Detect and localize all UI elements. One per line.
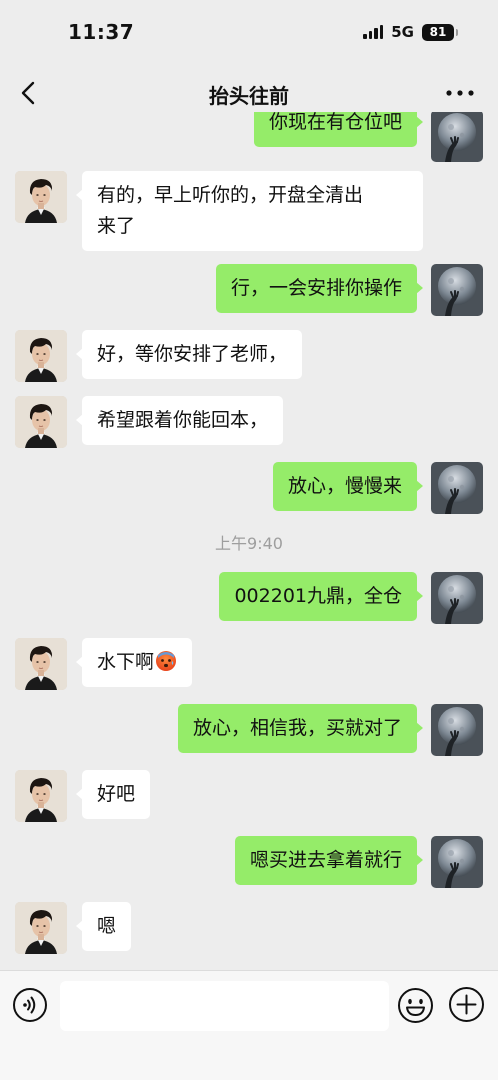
contact-avatar[interactable] bbox=[15, 171, 67, 223]
message-bubble-received[interactable]: 好吧 bbox=[75, 770, 151, 819]
signal-icon bbox=[363, 25, 384, 39]
chat-history[interactable]: 你现在有仓位吧 有的，早上听你的，开盘全清出 来了 行，一会安排你操作 好，等你… bbox=[0, 112, 498, 970]
status-time: 11:37 bbox=[68, 20, 135, 44]
my-avatar[interactable] bbox=[431, 462, 483, 514]
battery-icon: 81 bbox=[422, 23, 458, 41]
my-avatar[interactable] bbox=[431, 836, 483, 888]
my-avatar[interactable] bbox=[431, 572, 483, 624]
message-bubble-received[interactable]: 有的，早上听你的，开盘全清出 来了 bbox=[76, 171, 423, 251]
contact-avatar[interactable] bbox=[15, 902, 67, 954]
message-input[interactable] bbox=[60, 981, 389, 1031]
smiley-icon[interactable] bbox=[397, 987, 434, 1024]
my-avatar[interactable] bbox=[431, 264, 483, 316]
message-bubble-received[interactable]: 水下啊 bbox=[75, 638, 193, 687]
message-bubble-sent[interactable]: 放心，相信我，买就对了 bbox=[177, 704, 424, 753]
status-indicators: 5G 81 bbox=[363, 23, 458, 41]
message-bubble-sent[interactable]: 你现在有仓位吧 bbox=[253, 112, 424, 147]
cold-sweat-face-emoji bbox=[156, 651, 177, 671]
contact-avatar[interactable] bbox=[15, 396, 67, 448]
message-bubble-sent[interactable]: 嗯买进去拿着就行 bbox=[234, 836, 424, 885]
more-dots-icon[interactable] bbox=[442, 80, 478, 106]
contact-avatar[interactable] bbox=[15, 770, 67, 822]
input-bar bbox=[0, 970, 498, 1080]
chat-title: 抬头往前 bbox=[209, 84, 289, 108]
contact-avatar[interactable] bbox=[15, 330, 67, 382]
contact-avatar[interactable] bbox=[15, 638, 67, 690]
plus-circle-icon[interactable] bbox=[448, 986, 485, 1023]
message-bubble-received[interactable]: 希望跟着你能回本， bbox=[75, 396, 284, 445]
message-text: 水下啊 bbox=[97, 651, 155, 673]
my-avatar[interactable] bbox=[431, 704, 483, 756]
message-bubble-sent[interactable]: 行，一会安排你操作 bbox=[215, 264, 424, 313]
message-bubble-sent[interactable]: 002201九鼎，全仓 bbox=[219, 572, 423, 621]
my-avatar[interactable] bbox=[431, 112, 483, 162]
message-timestamp: 上午9:40 bbox=[215, 534, 283, 553]
status-bar: 11:37 5G 81 bbox=[0, 0, 498, 66]
message-bubble-received[interactable]: 嗯 bbox=[75, 902, 132, 951]
network-type: 5G bbox=[391, 23, 414, 41]
message-bubble-sent[interactable]: 放心，慢慢来 bbox=[272, 462, 424, 511]
voice-icon[interactable] bbox=[12, 987, 48, 1023]
message-bubble-received[interactable]: 好，等你安排了老师， bbox=[75, 330, 303, 379]
